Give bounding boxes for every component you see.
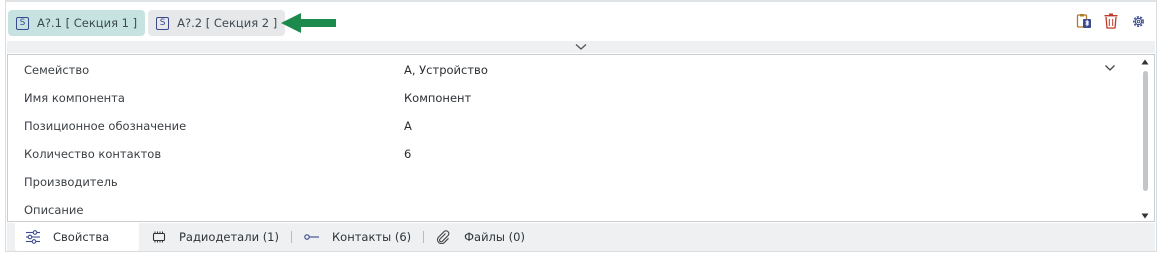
section-chip-label: A?.1 [ Секция 1 ]	[37, 16, 138, 30]
property-row-description[interactable]: Описание	[8, 196, 1128, 221]
property-label: Семейство	[24, 63, 90, 77]
collapse-toggle[interactable]	[7, 41, 1155, 53]
trash-icon[interactable]	[1103, 13, 1119, 29]
property-row-pin-count[interactable]: Количество контактов 6	[8, 140, 1128, 168]
property-value: A	[404, 119, 412, 133]
toolbar-icons	[1076, 13, 1146, 29]
property-row-designator[interactable]: Позиционное обозначение A	[8, 112, 1128, 140]
chevron-down-icon[interactable]	[1104, 64, 1116, 72]
section-chip-label: A?.2 [ Секция 2 ]	[177, 16, 278, 30]
property-row-family[interactable]: Семейство А, Устройство	[8, 56, 1128, 84]
tab-label: Файлы (0)	[464, 230, 525, 244]
tab-properties[interactable]: Свойства	[15, 223, 139, 251]
section-badge: S	[16, 16, 29, 30]
vertical-scrollbar[interactable]	[1138, 57, 1152, 221]
tab-label: Свойства	[53, 230, 110, 244]
scroll-down-icon[interactable]	[1141, 213, 1149, 219]
bottom-tabs: Свойства Радиодетали (1) Контакты (6) Фа…	[7, 223, 1155, 251]
gear-icon[interactable]	[1130, 13, 1146, 29]
clipboard-bluetooth-icon[interactable]	[1076, 13, 1092, 29]
component-panel: S A?.1 [ Секция 1 ] S A?.2 [ Секция 2 ]	[5, 0, 1157, 252]
property-label: Позиционное обозначение	[24, 119, 187, 133]
property-value: 6	[404, 147, 412, 161]
chip-icon	[151, 230, 169, 244]
tab-radio-parts[interactable]: Радиодетали (1)	[139, 223, 291, 251]
tab-contacts[interactable]: Контакты (6)	[292, 223, 423, 251]
properties-table: Семейство А, Устройство Имя компонента К…	[7, 54, 1155, 222]
property-row-component-name[interactable]: Имя компонента Компонент	[8, 84, 1128, 112]
sliders-icon	[25, 230, 43, 244]
property-label: Количество контактов	[24, 147, 162, 161]
paperclip-icon	[436, 230, 454, 244]
section-badge: S	[156, 16, 170, 30]
section-chip-1[interactable]: S A?.1 [ Секция 1 ]	[8, 10, 146, 36]
property-label: Производитель	[24, 175, 118, 189]
section-chips: S A?.1 [ Секция 1 ] S A?.2 [ Секция 2 ]	[8, 8, 286, 38]
property-label: Описание	[24, 203, 84, 217]
pin-icon	[304, 230, 322, 244]
scroll-thumb[interactable]	[1143, 71, 1148, 191]
tab-label: Контакты (6)	[332, 230, 412, 244]
property-value: А, Устройство	[404, 63, 488, 77]
property-label: Имя компонента	[24, 91, 125, 105]
property-row-manufacturer[interactable]: Производитель	[8, 168, 1128, 196]
scroll-up-icon[interactable]	[1141, 59, 1149, 65]
property-value: Компонент	[404, 91, 472, 105]
section-chip-2[interactable]: S A?.2 [ Секция 2 ]	[148, 10, 286, 36]
tab-label: Радиодетали (1)	[179, 230, 279, 244]
chevron-down-icon	[575, 44, 587, 50]
tab-files[interactable]: Файлы (0)	[424, 223, 537, 251]
arrow-left-icon	[281, 13, 336, 33]
